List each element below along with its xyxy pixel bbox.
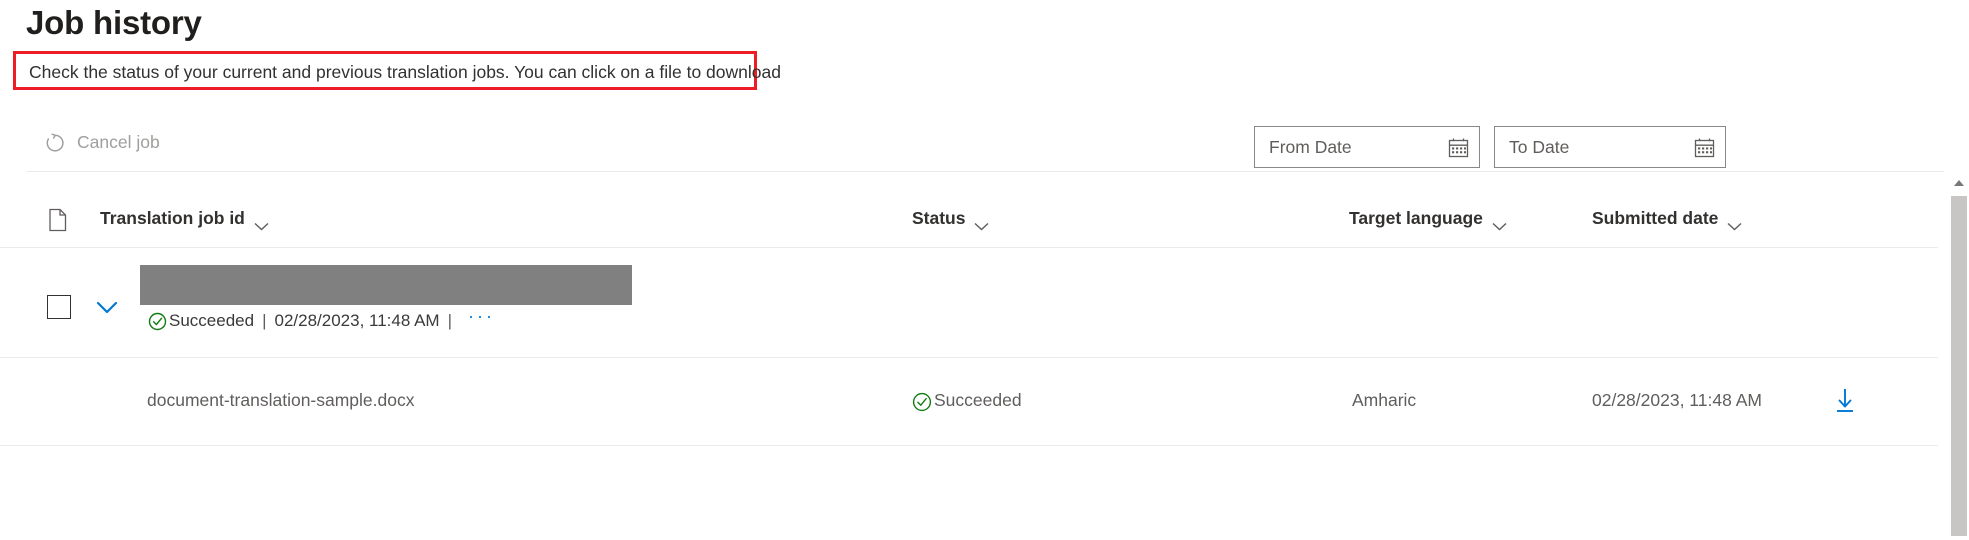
column-header-label: Submitted date <box>1592 208 1719 228</box>
job-row-status: Succeeded <box>169 310 255 330</box>
chevron-down-icon[interactable] <box>1492 215 1507 231</box>
table-header-row: Translation job id Status Target languag… <box>0 196 1938 248</box>
subtitle-highlight-box: Check the status of your current and pre… <box>13 51 781 90</box>
file-status-label: Succeeded <box>934 390 1022 410</box>
chevron-down-icon[interactable] <box>94 295 120 319</box>
to-date-input[interactable]: To Date <box>1494 126 1726 168</box>
triangle-up-icon[interactable] <box>1948 172 1969 194</box>
row-select-checkbox[interactable] <box>47 295 71 319</box>
check-circle-icon <box>148 312 167 331</box>
scrollbar-thumb[interactable] <box>1951 196 1967 536</box>
file-target-language: Amharic <box>1352 390 1417 410</box>
column-header-translation-job-id[interactable]: Translation job id <box>100 208 269 231</box>
redacted-job-id <box>140 265 632 305</box>
column-header-label: Translation job id <box>100 208 245 228</box>
from-date-placeholder: From Date <box>1269 136 1352 157</box>
job-row-submitted-date: 02/28/2023, 11:48 AM <box>274 310 440 330</box>
table-row[interactable]: document-translation-sample.docx Succeed… <box>0 358 1938 446</box>
file-submitted-date: 02/28/2023, 11:48 AM <box>1592 390 1762 410</box>
job-history-table: Translation job id Status Target languag… <box>0 172 1969 540</box>
download-arrow-icon[interactable] <box>1832 386 1858 414</box>
vertical-scrollbar[interactable] <box>1947 172 1969 540</box>
chevron-down-icon[interactable] <box>254 215 269 231</box>
overflow-menu-button[interactable]: ··· <box>468 306 495 327</box>
column-header-label: Target language <box>1349 208 1483 228</box>
chevron-down-icon[interactable] <box>974 215 989 231</box>
check-circle-icon <box>912 392 932 412</box>
meta-separator: | <box>447 310 453 330</box>
job-row-meta: Succeeded | 02/28/2023, 11:48 AM | ··· <box>148 306 495 331</box>
column-header-target-language[interactable]: Target language <box>1349 208 1507 231</box>
from-date-input[interactable]: From Date <box>1254 126 1480 168</box>
cancel-job-button[interactable]: Cancel job <box>44 122 160 162</box>
column-header-status[interactable]: Status <box>912 208 989 231</box>
document-icon[interactable] <box>48 208 68 237</box>
calendar-icon[interactable] <box>1694 137 1715 158</box>
command-toolbar: Cancel job From Date To Date <box>0 112 1969 172</box>
page-title: Job history <box>26 4 202 41</box>
file-name-link[interactable]: document-translation-sample.docx <box>147 390 415 411</box>
circular-arrow-icon <box>44 132 66 154</box>
cancel-job-label: Cancel job <box>77 131 160 152</box>
column-header-submitted-date[interactable]: Submitted date <box>1592 208 1742 231</box>
table-row[interactable]: Succeeded | 02/28/2023, 11:48 AM | ··· <box>0 248 1938 358</box>
column-header-label: Status <box>912 208 966 228</box>
meta-separator: | <box>262 310 267 330</box>
calendar-icon[interactable] <box>1448 137 1469 158</box>
page-subtitle: Check the status of your current and pre… <box>29 62 781 82</box>
to-date-placeholder: To Date <box>1509 136 1570 157</box>
file-status: Succeeded <box>912 390 1022 411</box>
chevron-down-icon[interactable] <box>1727 215 1742 231</box>
